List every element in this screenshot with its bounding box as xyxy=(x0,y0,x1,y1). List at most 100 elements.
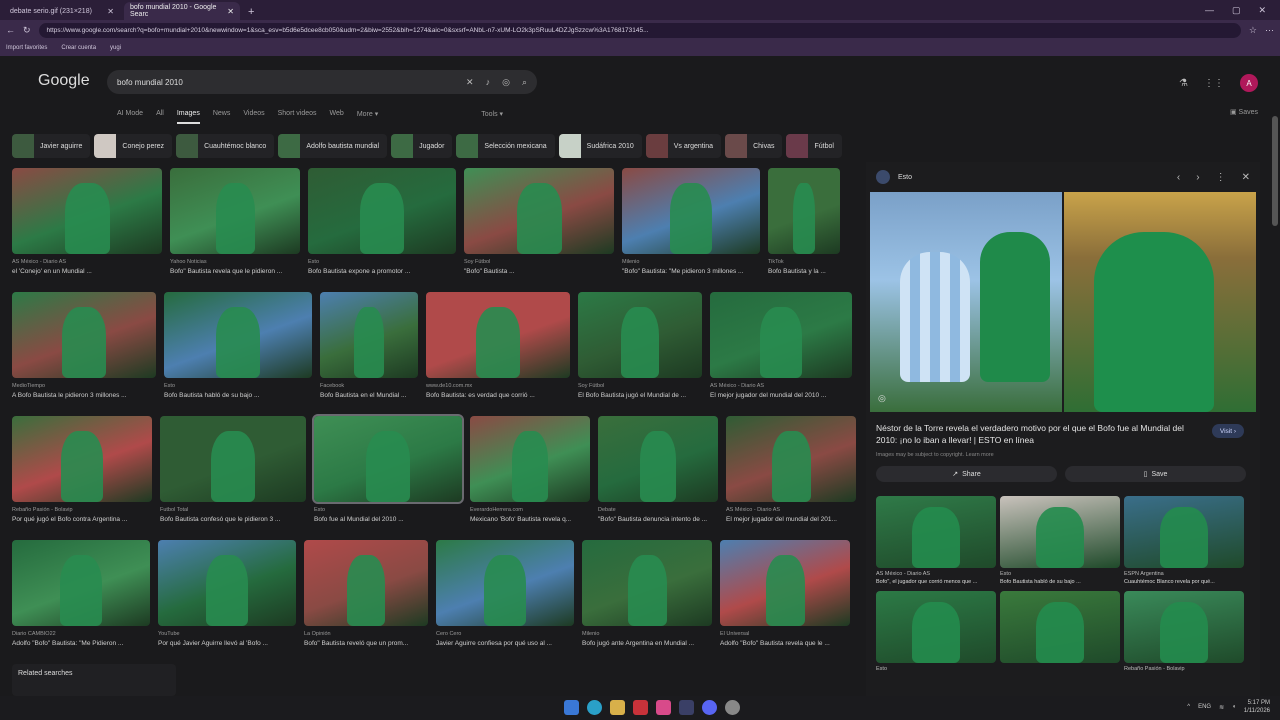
result-title[interactable]: El mejor jugador del mundial del 201... xyxy=(726,516,856,523)
tab-all[interactable]: All xyxy=(156,110,164,124)
result-thumbnail[interactable] xyxy=(768,168,840,254)
result-thumbnail[interactable] xyxy=(158,540,296,626)
chip-0[interactable]: Javier aguirre xyxy=(12,134,91,158)
result-thumbnail[interactable] xyxy=(12,416,152,502)
bookmark-item[interactable]: Import favorites xyxy=(6,45,47,51)
minimize-icon[interactable]: — xyxy=(1205,5,1214,16)
image-result[interactable]: La Opinión Bofo" Bautista reveló que un p… xyxy=(304,540,428,647)
tab-debate[interactable]: debate serio.gif (231×218) ✕ xyxy=(4,2,120,20)
next-icon[interactable]: › xyxy=(1196,172,1199,183)
tab-news[interactable]: News xyxy=(213,110,231,124)
chip-4[interactable]: Jugador xyxy=(391,134,453,158)
image-result[interactable]: Cero Cero Javier Aguirre confiesa por qué… xyxy=(436,540,574,647)
result-thumbnail[interactable] xyxy=(312,414,464,504)
result-thumbnail[interactable] xyxy=(598,416,718,502)
related-image[interactable]: AS México - Diario AS Bofo", el jugador q… xyxy=(876,496,996,587)
visit-button[interactable]: Visit › xyxy=(1211,424,1244,438)
preview-title[interactable]: Néstor de la Torre revela el verdadero m… xyxy=(876,422,1196,446)
avatar[interactable]: A xyxy=(1240,74,1258,92)
result-source[interactable]: AS México - Diario AS xyxy=(726,507,856,513)
result-source[interactable]: Soy Fútbol xyxy=(578,383,702,389)
related-title[interactable] xyxy=(876,674,996,682)
image-result[interactable]: AS México - Diario AS El mejor jugador de… xyxy=(726,416,856,523)
labs-icon[interactable]: ⚗ xyxy=(1179,78,1188,89)
image-result[interactable]: AS México - Diario AS el 'Conejo' en un M… xyxy=(12,168,162,275)
result-source[interactable]: www.de10.com.mx xyxy=(426,383,570,389)
result-source[interactable]: La Opinión xyxy=(304,631,428,637)
related-title[interactable]: Bofo Bautista habló de su bajo ... xyxy=(1000,579,1120,587)
result-source[interactable]: Milenio xyxy=(582,631,712,637)
result-thumbnail[interactable] xyxy=(12,168,162,254)
result-source[interactable]: Milenio xyxy=(622,259,760,265)
result-title[interactable]: Bofo" Bautista reveló que un prom... xyxy=(304,640,428,647)
result-title[interactable]: "Bofo" Bautista denuncia intento de ... xyxy=(598,516,718,523)
wifi-icon[interactable]: ≋ xyxy=(1219,704,1224,711)
star-icon[interactable]: ☆ xyxy=(1249,25,1257,36)
result-source[interactable]: MedioTiempo xyxy=(12,383,156,389)
result-title[interactable]: Bofo Bautista expone a promotor ... xyxy=(308,268,456,275)
result-title[interactable]: Bofo Bautista en el Mundial ... xyxy=(320,392,418,399)
image-result[interactable]: Debate "Bofo" Bautista denuncia intento d… xyxy=(598,416,718,523)
result-title[interactable]: Mexicano 'Bofo' Bautista revela q... xyxy=(470,516,590,523)
steam-icon[interactable] xyxy=(679,700,694,715)
result-thumbnail[interactable] xyxy=(622,168,760,254)
result-title[interactable]: Bofo Bautista habló de su bajo ... xyxy=(164,392,312,399)
related-image[interactable]: Esto xyxy=(876,591,996,682)
image-result[interactable]: MedioTiempo A Bofo Bautista le pidieron 3… xyxy=(12,292,156,399)
clock[interactable]: 5:17 PM 1/11/2026 xyxy=(1244,699,1270,715)
result-source[interactable]: Esto xyxy=(314,507,462,513)
result-source[interactable]: Facebook xyxy=(320,383,418,389)
related-title[interactable]: Cuauhtémoc Blanco revela por qué... xyxy=(1124,579,1244,587)
close-icon[interactable]: ✕ xyxy=(107,7,114,16)
result-thumbnail[interactable] xyxy=(12,540,150,626)
result-source[interactable]: EverardoHerrera.com xyxy=(470,507,590,513)
related-source[interactable]: Esto xyxy=(1000,571,1120,577)
preview-image[interactable]: ◎ xyxy=(870,192,1256,412)
result-thumbnail[interactable] xyxy=(320,292,418,378)
chip-8[interactable]: Chivas xyxy=(725,134,783,158)
result-title[interactable]: Bofo Bautista confesó que le pidieron 3 … xyxy=(160,516,306,523)
language-indicator[interactable]: ENG xyxy=(1198,704,1211,710)
result-thumbnail[interactable] xyxy=(720,540,850,626)
saves-link[interactable]: ▣ Saves xyxy=(1230,108,1258,116)
back-icon[interactable]: ← xyxy=(6,25,15,35)
menu-icon[interactable]: ⋯ xyxy=(1265,25,1274,36)
chip-5[interactable]: Selección mexicana xyxy=(456,134,555,158)
google-logo[interactable]: Google xyxy=(38,72,90,90)
clear-icon[interactable]: ✕ xyxy=(466,77,474,88)
image-result[interactable]: Soy Fútbol "Bofo" Bautista ... xyxy=(464,168,614,275)
prev-icon[interactable]: ‹ xyxy=(1177,172,1180,183)
result-source[interactable]: Yahoo Noticias xyxy=(170,259,300,265)
result-source[interactable]: Futbol Total xyxy=(160,507,306,513)
image-result[interactable]: AS México - Diario AS El mejor jugador de… xyxy=(710,292,852,399)
chip-9[interactable]: Fútbol xyxy=(786,134,842,158)
related-thumbnail[interactable] xyxy=(1000,591,1120,663)
save-button[interactable]: ▯ Save xyxy=(1065,466,1246,482)
result-source[interactable]: Debate xyxy=(598,507,718,513)
tray-chevron-icon[interactable]: ^ xyxy=(1187,704,1190,710)
tab-short-videos[interactable]: Short videos xyxy=(278,110,317,124)
image-result[interactable]: www.de10.com.mx Bofo Bautista: es verdad … xyxy=(426,292,570,399)
edge-icon[interactable] xyxy=(587,700,602,715)
result-source[interactable]: Esto xyxy=(164,383,312,389)
result-source[interactable]: El Universal xyxy=(720,631,850,637)
discord-icon[interactable] xyxy=(702,700,717,715)
file-explorer-icon[interactable] xyxy=(610,700,625,715)
result-title[interactable]: el 'Conejo' en un Mundial ... xyxy=(12,268,162,275)
volume-icon[interactable]: ◖ xyxy=(1232,704,1236,710)
panel-source[interactable]: Esto xyxy=(898,174,912,181)
image-result[interactable]: TikTok Bofo Bautista y la ... xyxy=(768,168,840,275)
result-thumbnail[interactable] xyxy=(470,416,590,502)
close-window-icon[interactable]: ✕ xyxy=(1258,5,1266,16)
close-icon[interactable]: ✕ xyxy=(227,7,234,16)
search-query[interactable]: bofo mundial 2010 xyxy=(117,78,183,87)
tab-more[interactable]: More ▾ xyxy=(357,110,378,124)
tab-images[interactable]: Images xyxy=(176,110,200,124)
image-result[interactable]: Yahoo Noticias Bofo" Bautista revela que … xyxy=(170,168,300,275)
lens-icon[interactable]: ◎ xyxy=(878,393,886,404)
image-result[interactable]: Milenio Bofo jugó ante Argentina en Mundi… xyxy=(582,540,712,647)
result-title[interactable]: Bofo Bautista: es verdad que corrió ... xyxy=(426,392,570,399)
new-tab-icon[interactable]: + xyxy=(248,6,254,18)
related-title[interactable] xyxy=(1000,668,1120,676)
result-thumbnail[interactable] xyxy=(308,168,456,254)
